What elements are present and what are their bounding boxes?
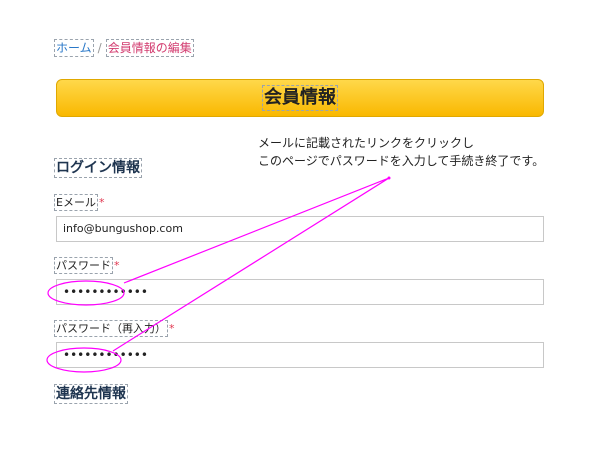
pointer-line-password (123, 177, 390, 284)
annotation-overlay (46, 176, 391, 373)
highlight-ellipse-password-confirm (46, 347, 122, 373)
highlight-ellipse-password (47, 280, 125, 306)
pointer-line-password-confirm (112, 177, 390, 352)
pointer-origin-dot (387, 176, 391, 180)
